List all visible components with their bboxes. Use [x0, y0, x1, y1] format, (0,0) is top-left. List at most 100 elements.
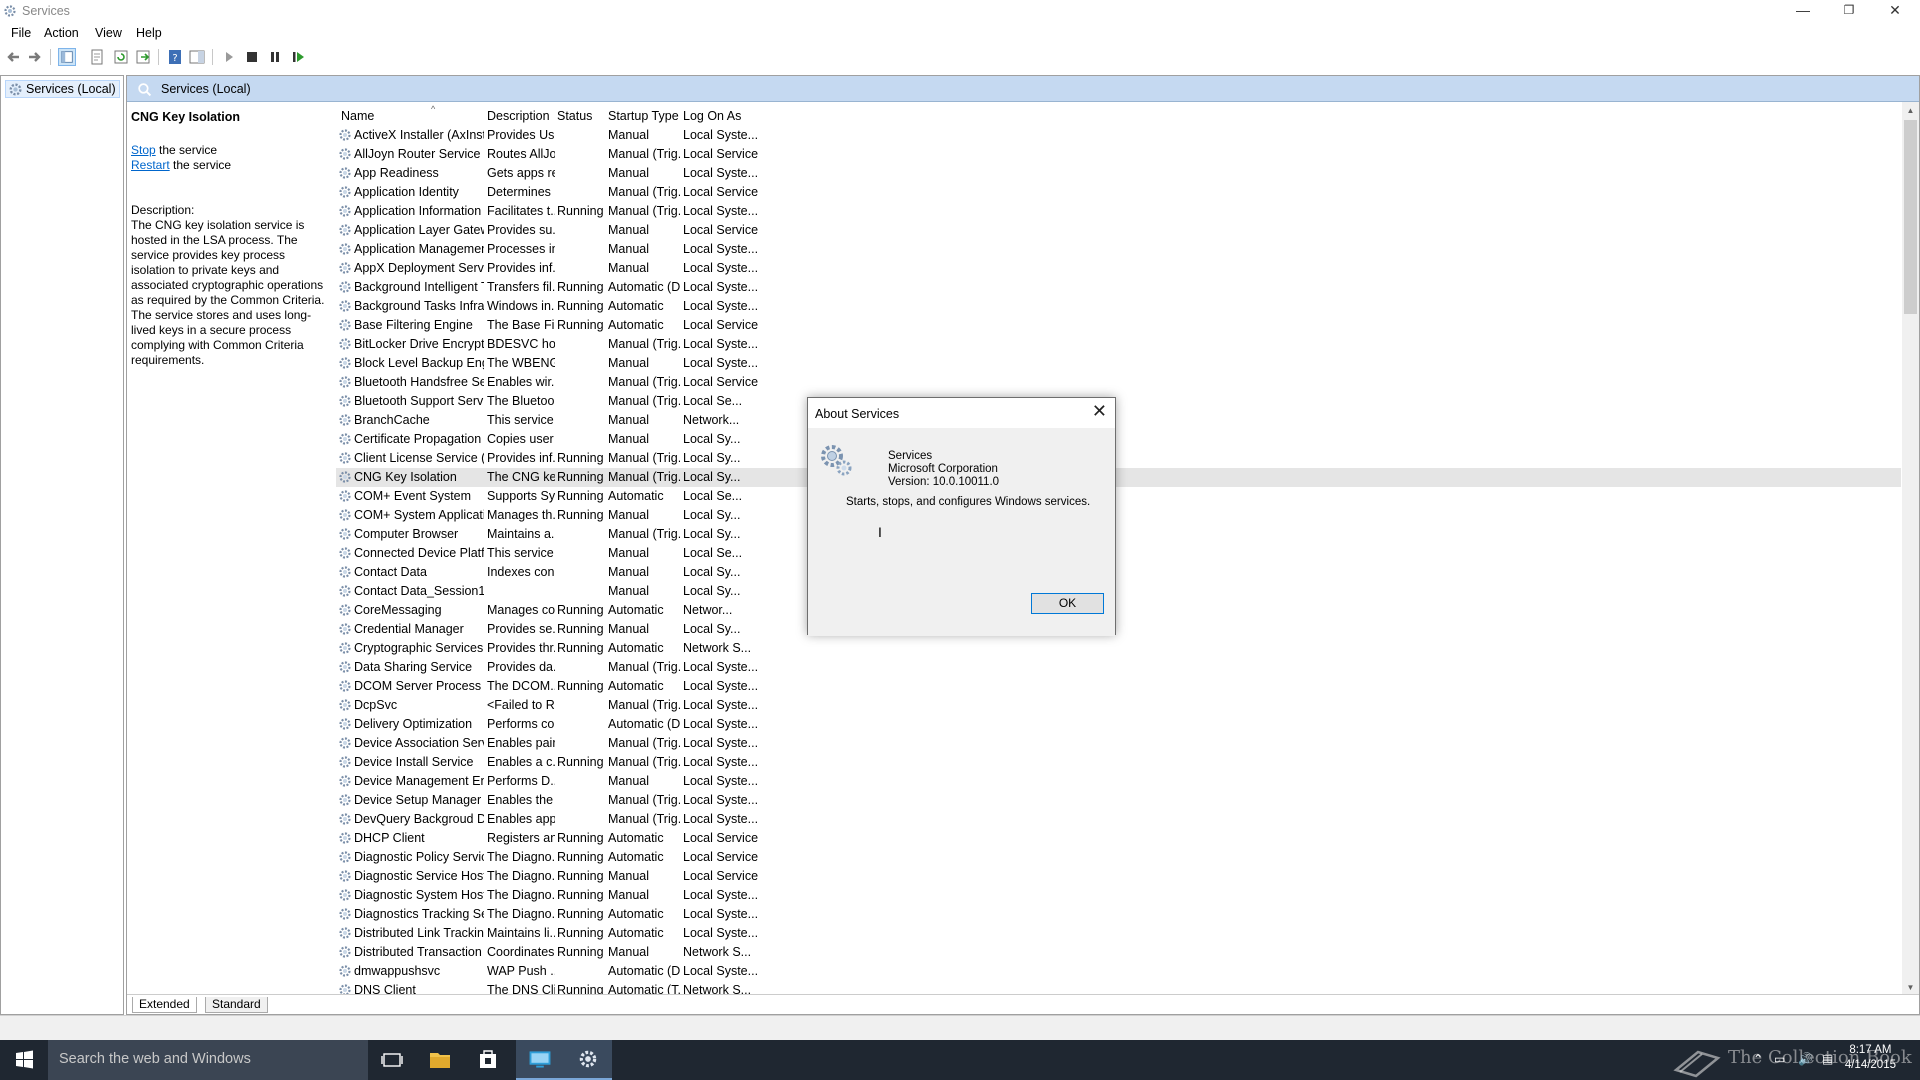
close-button[interactable]: ✕ [1872, 0, 1918, 22]
remote-desktop-app-icon[interactable] [516, 1040, 564, 1080]
table-row[interactable]: DevQuery Backgroud Disco...Enables app..… [336, 810, 1901, 829]
column-header-log-on-as[interactable]: Log On As [683, 109, 741, 123]
table-row[interactable]: Device Association ServiceEnables pair..… [336, 734, 1901, 753]
scroll-thumb[interactable] [1904, 120, 1917, 314]
table-row[interactable]: Block Level Backup Engine ...The WBENG..… [336, 354, 1901, 373]
table-row[interactable]: Certificate Propagation Copies user ... Ma… [336, 430, 1901, 449]
table-row[interactable]: Credential Manager Provides se...Running M… [336, 620, 1901, 639]
menu-action[interactable]: Action [44, 26, 79, 40]
network-icon[interactable]: ▭ [1774, 1052, 1785, 1066]
table-row[interactable]: DHCP Client Registers an...Running Automat… [336, 829, 1901, 848]
table-row[interactable]: CNG Key Isolation The CNG ke...Running Man… [336, 468, 1901, 487]
table-row[interactable]: Connected Device Platform...This service… [336, 544, 1901, 563]
table-row[interactable]: Distributed Link Tracking Cl...Maintains… [336, 924, 1901, 943]
table-row[interactable]: Device Management Enroll...Performs D...… [336, 772, 1901, 791]
table-row[interactable]: BranchCache This service ... Manual Network… [336, 411, 1901, 430]
stop-service-link[interactable]: Stop [131, 143, 156, 157]
menu-help[interactable]: Help [136, 26, 162, 40]
refresh-icon[interactable] [112, 48, 130, 66]
minimize-button[interactable]: — [1780, 0, 1826, 22]
tree-item-services-local[interactable]: Services (Local) [5, 80, 120, 98]
restart-service-link[interactable]: Restart [131, 158, 170, 172]
services-taskbar-gear-icon[interactable] [564, 1040, 612, 1080]
volume-icon[interactable]: 🔊 [1798, 1052, 1813, 1066]
back-arrow-icon[interactable] [4, 48, 22, 66]
table-row[interactable]: Base Filtering Engine The Base Fil...Runn… [336, 316, 1901, 335]
table-row[interactable]: Contact Data_Session1 Manual Local Sy... [336, 582, 1901, 601]
cell-log-on-as: Local Syste... [683, 774, 759, 788]
cell-log-on-as: Networ... [683, 603, 733, 617]
store-icon[interactable] [464, 1040, 512, 1080]
cell-name: Diagnostic Service Host [354, 869, 484, 883]
table-row[interactable]: Distributed Transaction Coo...Coordinate… [336, 943, 1901, 962]
action-center-icon[interactable]: ▤ [1822, 1052, 1833, 1066]
clock[interactable]: 8:17 AM 4/14/2015 [1845, 1043, 1896, 1073]
column-header-status[interactable]: Status [557, 109, 592, 123]
stop-service-icon[interactable] [243, 48, 261, 66]
pause-service-icon[interactable] [266, 48, 284, 66]
tab-standard[interactable]: Standard [205, 997, 268, 1013]
search-box[interactable]: Search the web and Windows [48, 1040, 368, 1080]
table-row[interactable]: dmwappushsvc WAP Push ... Automatic (D...L… [336, 962, 1901, 981]
table-row[interactable]: Diagnostic Policy Service The Diagno... Ru… [336, 848, 1901, 867]
table-row[interactable]: Cryptographic ServicesProvides thr...Run… [336, 639, 1901, 658]
table-row[interactable]: App Readiness Gets apps re... Manual Local … [336, 164, 1901, 183]
table-row[interactable]: Application ManagementProcesses in... Man… [336, 240, 1901, 259]
table-row[interactable]: Diagnostic System Host The Diagno... Runni… [336, 886, 1901, 905]
table-row[interactable]: Contact Data Indexes con... Manual Local Sy… [336, 563, 1901, 582]
table-row[interactable]: Application Information Facilitates t... R… [336, 202, 1901, 221]
table-row[interactable]: Device Setup Manager Enables the ... Manua… [336, 791, 1901, 810]
table-row[interactable]: COM+ System ApplicationManages th...Runn… [336, 506, 1901, 525]
properties-sheet-icon[interactable] [88, 48, 106, 66]
table-row[interactable]: Computer Browser Maintains a... Manual (Tr… [336, 525, 1901, 544]
cell-log-on-as: Local Sy... [683, 584, 741, 598]
table-row[interactable]: Bluetooth Support ServiceThe Bluetoo... M… [336, 392, 1901, 411]
show-console-tree-icon[interactable] [58, 48, 76, 66]
table-row[interactable]: Background Tasks Infrastru...Windows in.… [336, 297, 1901, 316]
table-row[interactable]: Device Install Service Enables a c...Runn… [336, 753, 1901, 772]
help-icon[interactable]: ? [166, 48, 184, 66]
start-button-windows-icon[interactable] [0, 1040, 48, 1080]
forward-arrow-icon[interactable] [26, 48, 44, 66]
menu-file[interactable]: File [11, 26, 31, 40]
start-service-icon[interactable] [220, 48, 238, 66]
cell-name: Device Install Service [354, 755, 474, 769]
table-row[interactable]: Diagnostics Tracking ServiceThe Diagno..… [336, 905, 1901, 924]
task-view-icon[interactable] [368, 1040, 416, 1080]
tab-extended[interactable]: Extended [132, 997, 197, 1013]
table-row[interactable]: Application Layer Gateway ...Provides su… [336, 221, 1901, 240]
cell-name: Diagnostic Policy Service [354, 850, 484, 864]
table-row[interactable]: Bluetooth Handsfree ServiceEnables wir..… [336, 373, 1901, 392]
ok-button[interactable]: OK [1031, 593, 1104, 614]
table-row[interactable]: AppX Deployment Service (...Provides inf… [336, 259, 1901, 278]
service-gear-icon [339, 129, 351, 141]
table-row[interactable]: ActiveX Installer (AxInstSV)Provides Us.… [336, 126, 1901, 145]
table-row[interactable]: COM+ Event System Supports Sy...Running Au… [336, 487, 1901, 506]
table-row[interactable]: Client License Service (ClipS...Provides… [336, 449, 1901, 468]
restart-service-icon[interactable] [289, 48, 307, 66]
table-row[interactable]: Data Sharing Service Provides da... Manual… [336, 658, 1901, 677]
table-row[interactable]: AllJoyn Router Service Routes AllJo... Man… [336, 145, 1901, 164]
cell-name: Data Sharing Service [354, 660, 473, 674]
scroll-up-icon[interactable]: ▲ [1902, 102, 1919, 119]
column-header-description[interactable]: Description [487, 109, 550, 123]
table-row[interactable]: BitLocker Drive Encryption ...BDESVC hos… [336, 335, 1901, 354]
show-hidden-icons-icon[interactable]: ⌃ [1753, 1052, 1763, 1066]
table-row[interactable]: Application Identity Determines ... Manual… [336, 183, 1901, 202]
table-row[interactable]: DcpSvc <Failed to R... Manual (Trig...Loca… [336, 696, 1901, 715]
vertical-scrollbar[interactable]: ▲ ▼ [1902, 102, 1919, 996]
table-row[interactable]: CoreMessaging Manages co...Running Automat… [336, 601, 1901, 620]
table-row[interactable]: Diagnostic Service Host The Diagno... Runn… [336, 867, 1901, 886]
restore-button[interactable]: ❐ [1826, 0, 1872, 22]
table-row[interactable]: Delivery Optimization Performs co... Autom… [336, 715, 1901, 734]
column-header-startup-type[interactable]: Startup Type [608, 109, 679, 123]
export-list-icon[interactable] [134, 48, 152, 66]
file-explorer-icon[interactable] [416, 1040, 464, 1080]
cell-description: Provides inf... [487, 451, 555, 465]
menu-view[interactable]: View [95, 26, 122, 40]
dialog-close-button[interactable]: ✕ [1092, 401, 1107, 422]
table-row[interactable]: Background Intelligent Tran...Transfers … [336, 278, 1901, 297]
column-header-name[interactable]: Name ^ [341, 104, 435, 123]
table-row[interactable]: DCOM Server Process Laun...The DCOM...Ru… [336, 677, 1901, 696]
show-action-pane-icon[interactable] [188, 48, 206, 66]
